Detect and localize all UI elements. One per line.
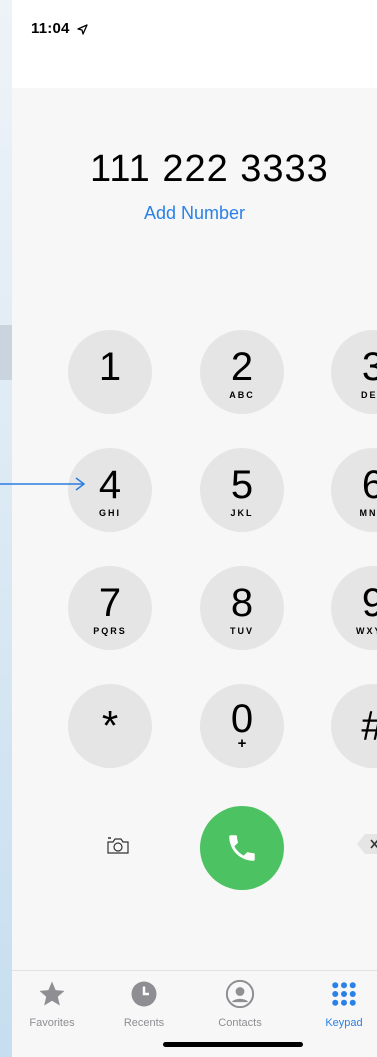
camera-button[interactable] [106,835,130,860]
tab-recents[interactable]: Recents [104,979,184,1029]
key-letters: JKL [230,508,254,518]
camera-icon [107,837,129,854]
key-digit: 9 [361,581,377,625]
key-letters: ABC [229,390,255,400]
annotation-arrow [0,477,86,491]
tab-label: Keypad [325,1017,363,1029]
location-arrow-icon [77,23,88,35]
dialer-background [12,88,377,1057]
phone-screen: 11:04 111 222 3333 Add Number 1 2 ABC 3 … [12,0,377,1057]
tab-contacts[interactable]: Contacts [200,979,280,1029]
key-1[interactable]: 1 [68,330,152,414]
tab-label: Recents [123,1017,165,1029]
key-5[interactable]: 5 JKL [200,448,284,532]
phone-icon [229,835,255,861]
key-digit: 5 [230,463,254,507]
add-number-link[interactable]: Add Number [12,203,377,224]
status-bar: 11:04 [12,0,377,88]
status-time: 11:04 [31,20,88,37]
key-letters: DEF [361,390,377,400]
keypad-icon [332,982,356,1006]
key-letters: MNO [359,508,377,518]
key-7[interactable]: 7 PQRS [68,566,152,650]
delete-button[interactable] [356,832,377,861]
key-digit: 2 [230,345,254,389]
call-button[interactable] [200,806,284,890]
key-digit: 7 [98,581,122,625]
key-digit: 3 [361,345,377,389]
key-digit: 1 [98,345,122,389]
tab-favorites[interactable]: Favorites [12,979,92,1029]
key-letters: + [237,735,247,752]
key-digit: * [101,702,119,749]
background-strip [0,325,12,380]
key-digit: 6 [361,463,377,507]
key-digit: # [331,705,377,747]
key-letters: GHI [98,508,121,518]
key-digit: 8 [230,581,254,625]
key-0[interactable]: 0 + [200,684,284,768]
tab-keypad[interactable]: Keypad [304,979,377,1029]
dialed-number: 111 222 3333 [90,148,329,190]
person-icon [225,979,255,1009]
tab-label: Favorites [29,1017,75,1029]
key-2[interactable]: 2 ABC [200,330,284,414]
key-letters: WXYZ [356,626,377,636]
key-star[interactable]: * [68,684,152,768]
star-icon [39,981,65,1006]
tab-label: Contacts [218,1017,262,1029]
delete-icon [357,834,377,854]
status-time-text: 11:04 [31,20,70,37]
key-digit: 0 [230,697,254,741]
key-8[interactable]: 8 TUV [200,566,284,650]
home-indicator [163,1042,303,1047]
clock-icon [131,981,157,1007]
key-letters: PQRS [93,626,127,636]
key-letters: TUV [230,626,254,636]
